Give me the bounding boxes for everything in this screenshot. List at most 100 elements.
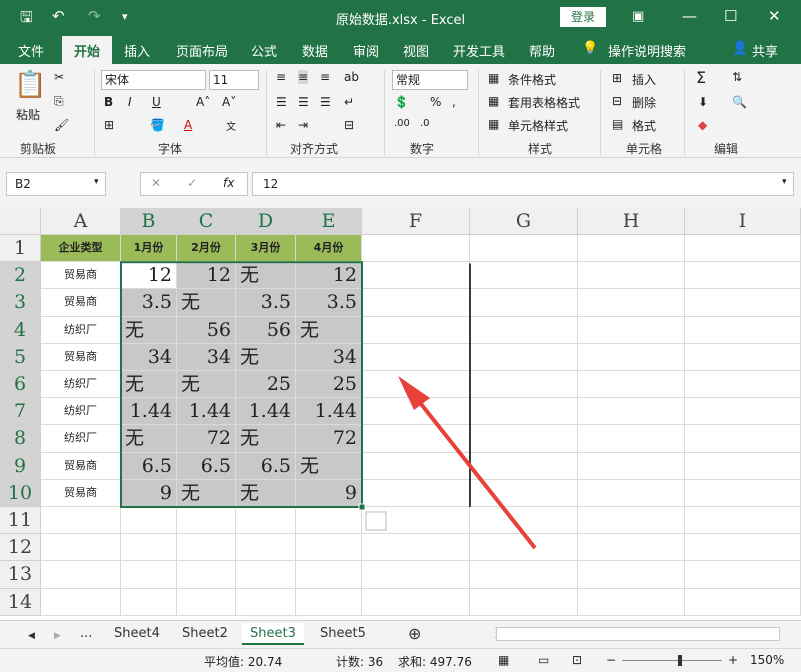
- currency-icon[interactable]: 💲: [394, 95, 409, 109]
- maximize-icon[interactable]: ☐: [724, 7, 737, 25]
- borders-icon[interactable]: ⊞: [104, 118, 114, 132]
- minimize-icon[interactable]: —: [682, 7, 697, 25]
- tab-help[interactable]: 帮助: [529, 41, 555, 60]
- clear-icon[interactable]: ◆: [698, 118, 707, 132]
- fill-icon[interactable]: ⬇: [698, 95, 708, 109]
- page-break-view-icon[interactable]: ⊡: [572, 653, 582, 667]
- wrap-text-icon[interactable]: ↵: [344, 95, 354, 109]
- delete-cells-icon[interactable]: ⊟: [612, 94, 622, 108]
- format-painter-icon[interactable]: 🖌: [54, 118, 69, 132]
- worksheet-grid[interactable]: A B C D E F G H I 1 2 3 4 5 6 7 8 9 10 11 12 13 14 企业类型 1月份 2月份 3月…: [0, 208, 801, 620]
- increase-font-icon[interactable]: A˄: [196, 95, 210, 109]
- autosum-icon[interactable]: Σ: [696, 68, 706, 87]
- insert-function-icon[interactable]: fx: [223, 176, 234, 190]
- share-button[interactable]: 共享: [752, 41, 778, 60]
- align-center-icon[interactable]: ☰: [298, 95, 309, 109]
- cut-icon[interactable]: ✂: [54, 70, 64, 84]
- title-bar: 🖫 ↶ ↷ ▾ 原始数据.xlsx - Excel 登录 ▣ — ☐ ✕: [0, 0, 801, 34]
- find-select-icon[interactable]: 🔍: [732, 95, 747, 109]
- tab-file[interactable]: 文件: [18, 41, 44, 60]
- zoom-in-icon[interactable]: +: [728, 653, 738, 667]
- number-format-combo[interactable]: 常规: [392, 70, 468, 90]
- tab-page-layout[interactable]: 页面布局: [176, 41, 228, 60]
- enter-icon[interactable]: ✓: [187, 176, 197, 190]
- formula-input[interactable]: 12: [252, 172, 794, 196]
- sheet-tab-sheet4[interactable]: Sheet4: [106, 623, 168, 645]
- horizontal-scrollbar[interactable]: [496, 627, 780, 641]
- format-cells-button[interactable]: 格式: [632, 117, 656, 134]
- font-color-icon[interactable]: A: [184, 118, 192, 132]
- next-sheet-icon[interactable]: ▶: [46, 625, 69, 647]
- align-left-icon[interactable]: ☰: [276, 95, 287, 109]
- merge-center-icon[interactable]: ⊟: [344, 118, 354, 132]
- fill-color-icon[interactable]: 🪣: [150, 118, 165, 132]
- sheet-tab-sheet3[interactable]: Sheet3: [242, 623, 304, 645]
- comma-icon[interactable]: ,: [452, 95, 456, 109]
- sort-filter-icon[interactable]: ⇅: [732, 70, 742, 84]
- tab-home[interactable]: 开始: [62, 36, 113, 64]
- increase-indent-icon[interactable]: ⇥: [298, 118, 308, 132]
- sheet-tab-sheet2[interactable]: Sheet2: [174, 623, 236, 645]
- quick-analysis-icon[interactable]: [365, 511, 387, 531]
- orientation-icon[interactable]: ab: [344, 70, 359, 84]
- align-middle-icon[interactable]: ≡: [298, 70, 309, 84]
- font-name-combo[interactable]: 宋体: [101, 70, 206, 90]
- align-top-icon[interactable]: ≡: [276, 70, 286, 84]
- paste-button[interactable]: 粘贴: [16, 106, 40, 123]
- zoom-slider-thumb[interactable]: [678, 655, 682, 666]
- cancel-icon[interactable]: ✕: [151, 176, 161, 190]
- ribbon-display-icon[interactable]: ▣: [632, 9, 644, 24]
- ribbon-home: 📋 粘贴 ✂ ⎘ 🖌 剪贴板 宋体 11 B I U A˄ A˅ ⊞ 🪣 A 文…: [0, 64, 801, 158]
- increase-decimal-icon[interactable]: .00: [394, 118, 410, 129]
- align-bottom-icon[interactable]: ≡: [320, 70, 330, 84]
- tab-developer[interactable]: 开发工具: [453, 41, 505, 60]
- group-cells-label: 单元格: [626, 142, 663, 156]
- copy-icon[interactable]: ⎘: [54, 94, 64, 109]
- insert-cells-button[interactable]: 插入: [632, 71, 656, 88]
- decrease-decimal-icon[interactable]: .0: [420, 118, 430, 129]
- underline-icon[interactable]: U: [152, 95, 161, 109]
- zoom-level[interactable]: 150%: [750, 653, 784, 667]
- conditional-format-icon[interactable]: ▦: [488, 71, 499, 85]
- tab-insert[interactable]: 插入: [124, 41, 150, 60]
- cell-style-button[interactable]: 单元格样式: [508, 117, 568, 134]
- decrease-font-icon[interactable]: A˅: [222, 95, 236, 109]
- selection-border: [120, 261, 363, 509]
- close-icon[interactable]: ✕: [768, 7, 781, 25]
- paste-icon[interactable]: 📋: [14, 70, 46, 100]
- tab-formulas[interactable]: 公式: [251, 41, 277, 60]
- delete-cells-button[interactable]: 删除: [632, 94, 656, 111]
- prev-sheet-icon[interactable]: ◀: [20, 625, 43, 647]
- italic-icon[interactable]: I: [128, 95, 132, 109]
- insert-cells-icon[interactable]: ⊞: [612, 71, 622, 85]
- font-size-combo[interactable]: 11: [209, 70, 259, 90]
- selection-overlay: [120, 261, 537, 550]
- tab-view[interactable]: 视图: [403, 41, 429, 60]
- zoom-out-icon[interactable]: −: [606, 653, 616, 667]
- group-editing-label: 编辑: [714, 142, 739, 156]
- percent-icon[interactable]: %: [430, 95, 441, 109]
- sheet-more[interactable]: ...: [72, 623, 100, 645]
- zoom-slider[interactable]: [622, 660, 722, 661]
- sheet-tab-sheet5[interactable]: Sheet5: [312, 623, 374, 645]
- table-format-icon[interactable]: ▦: [488, 94, 499, 108]
- name-box-dropdown-icon[interactable]: ▾: [94, 177, 99, 187]
- phonetic-icon[interactable]: 文: [226, 118, 236, 133]
- tab-review[interactable]: 审阅: [353, 41, 379, 60]
- name-box[interactable]: B2: [6, 172, 106, 196]
- table-format-button[interactable]: 套用表格格式: [508, 94, 580, 111]
- bold-icon[interactable]: B: [104, 95, 113, 109]
- conditional-format-button[interactable]: 条件格式: [508, 71, 556, 88]
- login-button[interactable]: 登录: [560, 7, 606, 27]
- cell-style-icon[interactable]: ▦: [488, 117, 499, 131]
- normal-view-icon[interactable]: ▦: [498, 653, 509, 667]
- format-cells-icon[interactable]: ▤: [612, 117, 623, 131]
- page-layout-view-icon[interactable]: ▭: [538, 653, 549, 667]
- decrease-indent-icon[interactable]: ⇤: [276, 118, 286, 132]
- expand-formula-icon[interactable]: ▾: [782, 177, 787, 187]
- add-sheet-icon[interactable]: ⊕: [400, 623, 429, 645]
- tell-me-search[interactable]: 操作说明搜索: [608, 41, 686, 60]
- fill-handle[interactable]: [358, 503, 366, 511]
- align-right-icon[interactable]: ☰: [320, 95, 331, 109]
- tab-data[interactable]: 数据: [302, 41, 328, 60]
